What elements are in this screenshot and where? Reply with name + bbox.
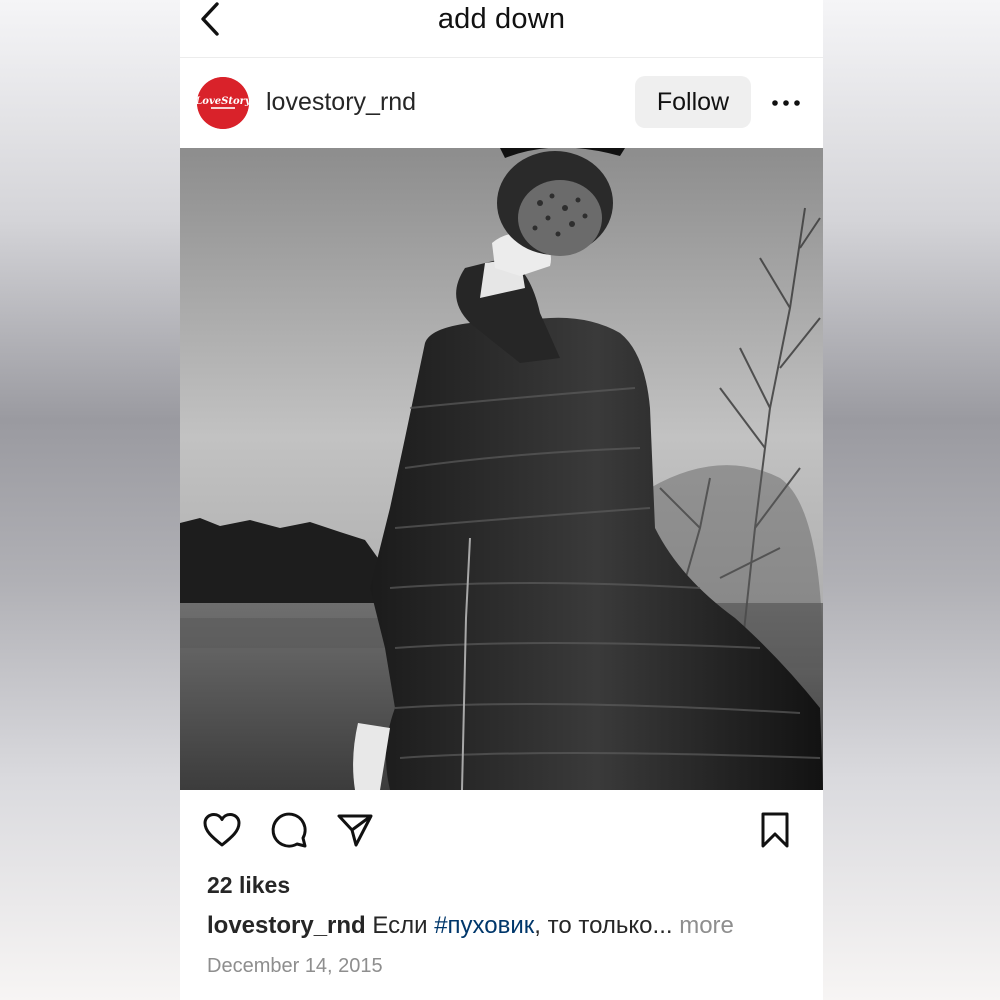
post-username[interactable]: lovestory_rnd <box>266 88 416 117</box>
follow-button[interactable]: Follow <box>635 76 751 128</box>
send-icon <box>336 811 374 854</box>
heart-icon <box>202 812 242 853</box>
instagram-post-screen: add down LoveStory lovestory_rnd Follow <box>180 0 823 1000</box>
background-right <box>823 0 1000 1000</box>
save-button[interactable] <box>753 810 797 854</box>
post-caption: lovestory_rnd Если #пуховик, то только..… <box>207 912 734 940</box>
photo-image <box>180 148 823 790</box>
caption-more-link[interactable]: more <box>673 912 734 939</box>
comment-icon <box>270 811 308 854</box>
caption-username[interactable]: lovestory_rnd <box>207 912 366 939</box>
more-options-button[interactable] <box>768 88 804 118</box>
post-date: December 14, 2015 <box>207 955 383 977</box>
share-button[interactable] <box>333 810 377 854</box>
brand-logo: LoveStory <box>197 77 249 129</box>
caption-text-before: Если <box>365 912 435 939</box>
post-photo[interactable] <box>180 148 823 790</box>
avatar-logo-text: LoveStory <box>197 96 249 107</box>
background-left <box>0 0 180 1000</box>
caption-hashtag[interactable]: #пуховик <box>434 912 534 939</box>
bookmark-icon <box>759 811 791 854</box>
post-actions <box>180 800 823 860</box>
post-header: LoveStory lovestory_rnd Follow <box>180 58 823 148</box>
like-button[interactable] <box>200 810 244 854</box>
caption-text-after: , то только... <box>534 912 673 939</box>
avatar[interactable]: LoveStory <box>197 77 249 129</box>
page-title: add down <box>437 3 566 35</box>
likes-count[interactable]: 22 likes <box>207 872 290 899</box>
ellipsis-icon <box>771 94 801 112</box>
top-navigation-bar: add down <box>180 0 823 58</box>
comment-button[interactable] <box>267 810 311 854</box>
